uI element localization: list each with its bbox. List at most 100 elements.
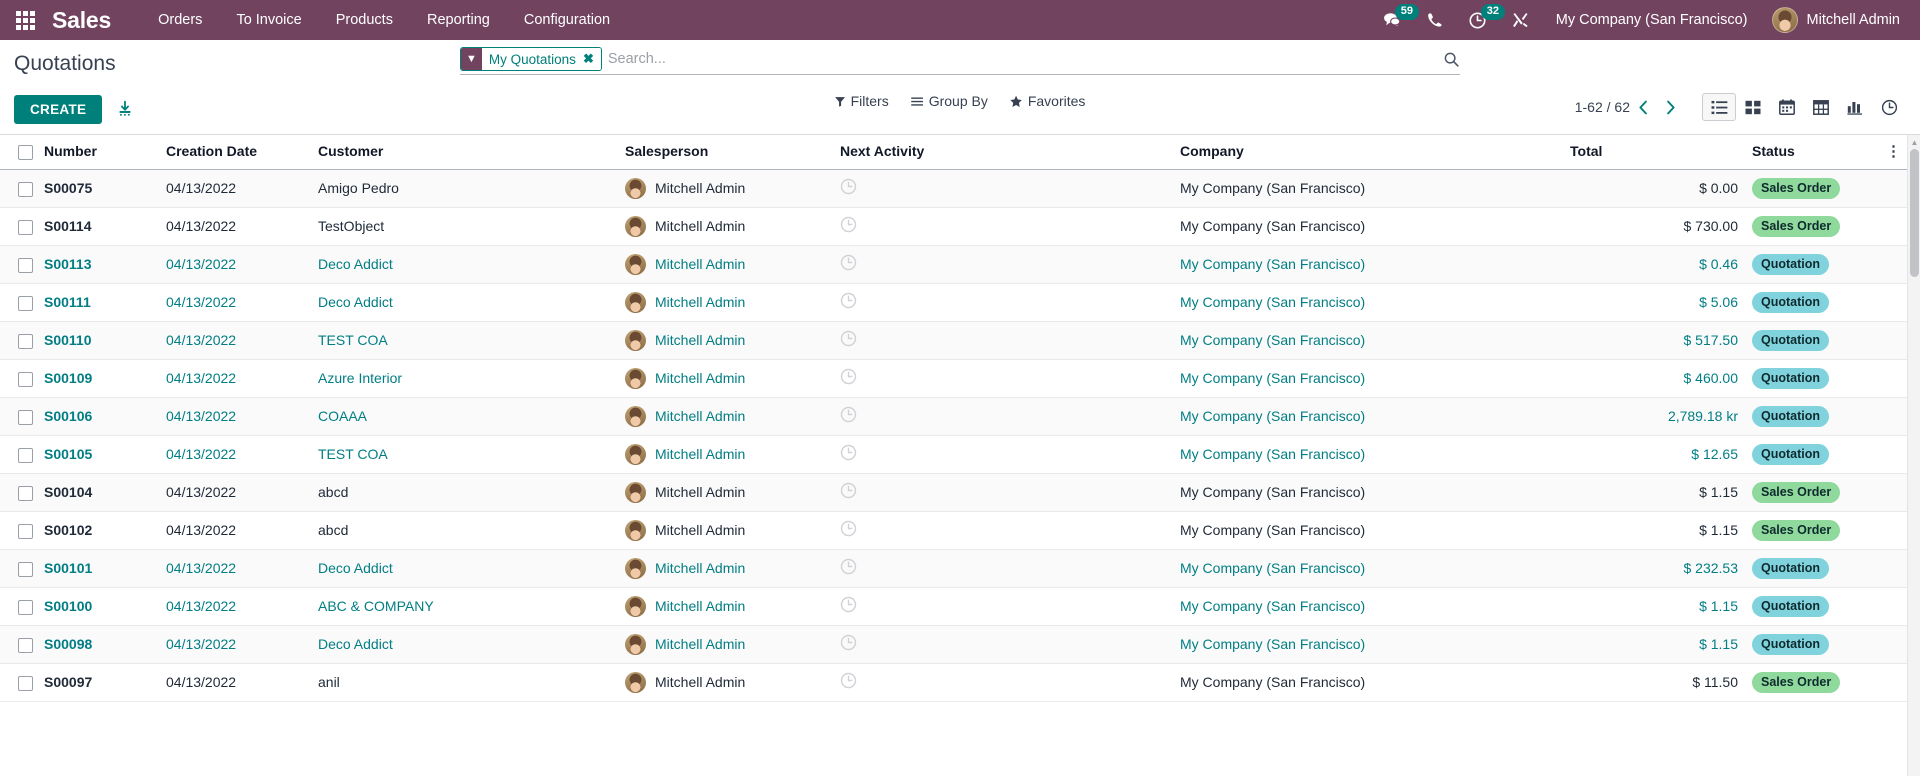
checkbox-unchecked-icon[interactable]	[18, 295, 33, 311]
table-row[interactable]: S00100 04/13/2022 ABC & COMPANY Mitchell Ad…	[0, 587, 1920, 626]
scrollbar-thumb[interactable]	[1910, 149, 1919, 277]
cell-number[interactable]: S00075	[44, 169, 166, 208]
pager-range[interactable]: 1-62 / 62	[1575, 99, 1630, 115]
checkbox-unchecked-icon[interactable]	[18, 144, 33, 160]
cell-next-activity[interactable]	[840, 397, 1180, 436]
pager-previous-button[interactable]	[1630, 100, 1657, 115]
cell-number[interactable]: S00114	[44, 207, 166, 246]
cell-number[interactable]: S00111	[44, 283, 166, 322]
menu-item-products[interactable]: Products	[319, 0, 410, 40]
cell-number[interactable]: S00113	[44, 245, 166, 284]
table-row[interactable]: S00098 04/13/2022 Deco Addict Mitchell Admi…	[0, 625, 1920, 664]
checkbox-unchecked-icon[interactable]	[18, 599, 33, 615]
cell-next-activity[interactable]	[840, 549, 1180, 588]
table-row[interactable]: S00101 04/13/2022 Deco Addict Mitchell Admi…	[0, 549, 1920, 588]
view-button-calendar[interactable]	[1770, 93, 1804, 121]
checkbox-unchecked-icon[interactable]	[18, 675, 33, 691]
table-row[interactable]: S00114 04/13/2022 TestObject Mitchell Admin…	[0, 207, 1920, 246]
cell-next-activity[interactable]	[840, 245, 1180, 284]
import-records-button[interactable]	[116, 100, 134, 118]
favorites-dropdown-button[interactable]: Favorites	[1010, 93, 1085, 109]
checkbox-unchecked-icon[interactable]	[18, 333, 33, 349]
checkbox-unchecked-icon[interactable]	[18, 523, 33, 539]
cell-number[interactable]: S00110	[44, 321, 166, 360]
cell-next-activity[interactable]	[840, 169, 1180, 208]
app-brand-sales[interactable]: Sales	[52, 7, 111, 34]
menu-item-reporting[interactable]: Reporting	[410, 0, 507, 40]
table-row[interactable]: S00109 04/13/2022 Azure Interior Mitchell A…	[0, 359, 1920, 398]
group-by-dropdown-button[interactable]: Group By	[911, 93, 988, 109]
cell-next-activity[interactable]	[840, 359, 1180, 398]
checkbox-unchecked-icon[interactable]	[18, 637, 33, 653]
apps-menu-button[interactable]	[8, 3, 42, 37]
pager-next-button[interactable]	[1657, 100, 1684, 115]
checkbox-unchecked-icon[interactable]	[18, 561, 33, 577]
activities-button[interactable]: 32	[1456, 0, 1505, 40]
cell-next-activity[interactable]	[840, 587, 1180, 626]
menu-item-configuration[interactable]: Configuration	[507, 0, 627, 40]
cell-next-activity[interactable]	[840, 435, 1180, 474]
cell-next-activity[interactable]	[840, 663, 1180, 702]
table-row[interactable]: S00102 04/13/2022 abcd Mitchell Admin My Com…	[0, 511, 1920, 550]
column-header-company[interactable]: Company	[1180, 135, 1570, 170]
checkbox-unchecked-icon[interactable]	[18, 181, 33, 197]
cell-number[interactable]: S00105	[44, 435, 166, 474]
cell-number[interactable]: S00097	[44, 663, 166, 702]
cell-next-activity[interactable]	[840, 625, 1180, 664]
column-header-total[interactable]: Total	[1570, 135, 1738, 170]
cell-next-activity[interactable]	[840, 207, 1180, 246]
debug-tools-button[interactable]	[1499, 0, 1542, 40]
view-button-kanban[interactable]	[1736, 93, 1770, 121]
vertical-dots-icon[interactable]: ⋮	[1886, 143, 1901, 160]
column-header-status[interactable]: Status	[1738, 135, 1886, 170]
view-button-pivot[interactable]	[1804, 93, 1838, 121]
cell-number[interactable]: S00101	[44, 549, 166, 588]
search-facet-remove-icon[interactable]: ✖	[580, 48, 601, 70]
table-row[interactable]: S00075 04/13/2022 Amigo Pedro Mitchell Admi…	[0, 169, 1920, 208]
cell-next-activity[interactable]	[840, 283, 1180, 322]
checkbox-unchecked-icon[interactable]	[18, 447, 33, 463]
column-header-number[interactable]: Number	[44, 135, 166, 170]
search-icon[interactable]	[1435, 51, 1460, 68]
table-row[interactable]: S00097 04/13/2022 anil Mitchell Admin My Com…	[0, 663, 1920, 702]
menu-item-orders[interactable]: Orders	[141, 0, 219, 40]
voip-button[interactable]	[1414, 0, 1456, 40]
filters-dropdown-button[interactable]: Filters	[835, 93, 889, 109]
view-button-activity[interactable]	[1872, 93, 1906, 121]
table-row[interactable]: S00104 04/13/2022 abcd Mitchell Admin My Com…	[0, 473, 1920, 512]
table-row[interactable]: S00113 04/13/2022 Deco Addict Mitchell Admi…	[0, 245, 1920, 284]
checkbox-unchecked-icon[interactable]	[18, 219, 33, 235]
search-input[interactable]	[607, 48, 1435, 70]
checkbox-unchecked-icon[interactable]	[18, 371, 33, 387]
table-row[interactable]: S00105 04/13/2022 TEST COA Mitchell Admin My…	[0, 435, 1920, 474]
view-button-list[interactable]	[1702, 93, 1736, 121]
cell-next-activity[interactable]	[840, 511, 1180, 550]
column-header-next-activity[interactable]: Next Activity	[840, 135, 1180, 170]
company-switcher[interactable]: My Company (San Francisco)	[1542, 0, 1762, 40]
table-row[interactable]: S00110 04/13/2022 TEST COA Mitchell Admin My…	[0, 321, 1920, 360]
cell-number[interactable]: S00098	[44, 625, 166, 664]
cell-number[interactable]: S00102	[44, 511, 166, 550]
cell-number[interactable]: S00104	[44, 473, 166, 512]
table-row[interactable]: S00106 04/13/2022 COAAA Mitchell Admin My Co…	[0, 397, 1920, 436]
table-row[interactable]: S00111 04/13/2022 Deco Addict Mitchell Admi…	[0, 283, 1920, 322]
create-button[interactable]: CREATE	[14, 94, 103, 124]
column-header-customer[interactable]: Customer	[318, 135, 625, 170]
checkbox-unchecked-icon[interactable]	[18, 485, 33, 501]
vertical-scrollbar[interactable]: ▲	[1907, 135, 1920, 776]
view-button-graph[interactable]	[1838, 93, 1872, 121]
menu-item-to-invoice[interactable]: To Invoice	[219, 0, 318, 40]
user-menu[interactable]: Mitchell Admin	[1762, 0, 1906, 40]
search-facet-my-quotations[interactable]: ▼ My Quotations ✖	[460, 47, 602, 71]
cell-number[interactable]: S00106	[44, 397, 166, 436]
cell-next-activity[interactable]	[840, 473, 1180, 512]
scroll-up-arrow-icon[interactable]: ▲	[1908, 135, 1920, 149]
column-header-salesperson[interactable]: Salesperson	[625, 135, 840, 170]
checkbox-unchecked-icon[interactable]	[18, 257, 33, 273]
messages-button[interactable]: 59	[1370, 0, 1419, 40]
cell-number[interactable]: S00109	[44, 359, 166, 398]
checkbox-unchecked-icon[interactable]	[18, 409, 33, 425]
column-header-creation-date[interactable]: Creation Date	[166, 135, 318, 170]
cell-next-activity[interactable]	[840, 321, 1180, 360]
cell-number[interactable]: S00100	[44, 587, 166, 626]
